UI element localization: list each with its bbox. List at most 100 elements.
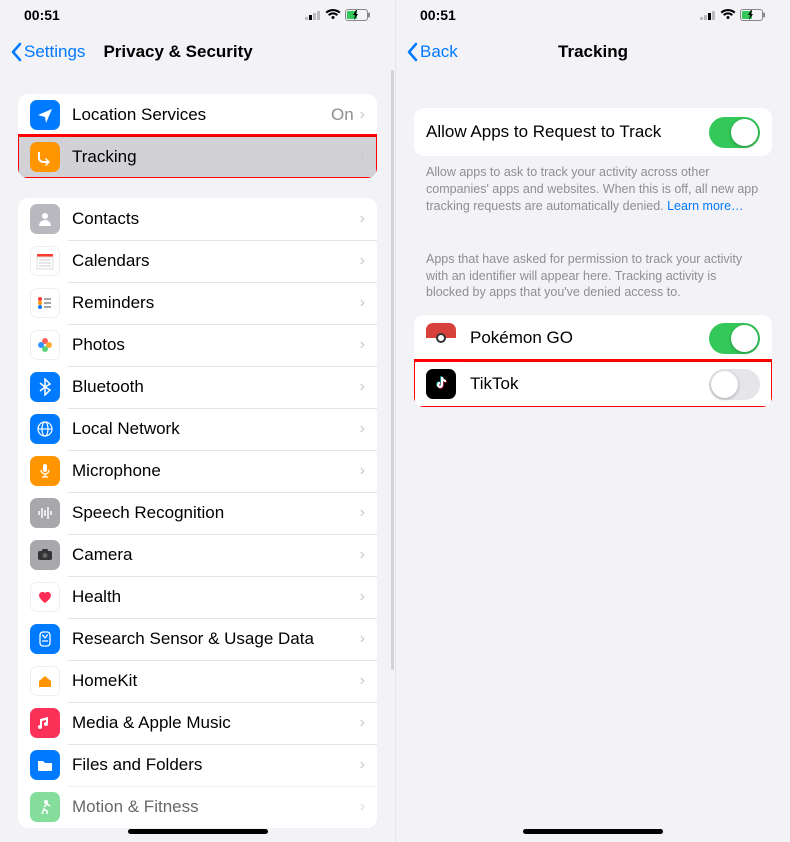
row-label: Camera: [72, 545, 360, 565]
battery-charging-icon: [345, 9, 371, 21]
chevron-right-icon: ›: [360, 546, 365, 564]
status-indicators: [700, 9, 766, 21]
row-label: Location Services: [72, 105, 331, 125]
row-tracking[interactable]: Tracking ›: [18, 136, 377, 178]
chevron-right-icon: ›: [360, 336, 365, 354]
chevron-right-icon: ›: [360, 672, 365, 690]
home-indicator[interactable]: [523, 829, 663, 834]
row-label: Local Network: [72, 419, 360, 439]
page-title: Tracking: [558, 42, 628, 62]
app-label: TikTok: [470, 374, 709, 394]
chevron-right-icon: ›: [360, 756, 365, 774]
row-label: Microphone: [72, 461, 360, 481]
row-label: Media & Apple Music: [72, 713, 360, 733]
pokemon-go-toggle[interactable]: [709, 323, 760, 354]
row-camera[interactable]: Camera ›: [18, 534, 377, 576]
row-contacts[interactable]: Contacts ›: [18, 198, 377, 240]
group-location-tracking: Location Services On › Tracking ›: [18, 94, 377, 178]
clock: 00:51: [24, 7, 60, 23]
network-icon: [30, 414, 60, 444]
row-research[interactable]: Research Sensor & Usage Data ›: [18, 618, 377, 660]
motion-icon: [30, 792, 60, 822]
row-local-network[interactable]: Local Network ›: [18, 408, 377, 450]
privacy-security-screen: 00:51 Settings Privacy & Security Locati…: [0, 0, 395, 842]
tiktok-toggle[interactable]: [709, 369, 760, 400]
back-button[interactable]: Settings: [10, 42, 85, 62]
row-microphone[interactable]: Microphone ›: [18, 450, 377, 492]
scrollbar[interactable]: [391, 70, 394, 670]
pokemon-go-icon: [426, 323, 456, 353]
row-bluetooth[interactable]: Bluetooth ›: [18, 366, 377, 408]
row-media[interactable]: Media & Apple Music ›: [18, 702, 377, 744]
page-title: Privacy & Security: [103, 42, 252, 62]
camera-icon: [30, 540, 60, 570]
row-calendars[interactable]: Calendars ›: [18, 240, 377, 282]
music-icon: [30, 708, 60, 738]
nav-bar: Back Tracking: [396, 30, 790, 74]
battery-charging-icon: [740, 9, 766, 21]
chevron-right-icon: ›: [360, 714, 365, 732]
apps-group: Pokémon GO TikTok: [414, 315, 772, 407]
bluetooth-icon: [30, 372, 60, 402]
status-indicators: [305, 9, 371, 21]
contacts-icon: [30, 204, 60, 234]
row-label: Tracking: [72, 147, 360, 167]
row-allow-tracking: Allow Apps to Request to Track: [414, 108, 772, 156]
chevron-right-icon: ›: [360, 294, 365, 312]
photos-icon: [30, 330, 60, 360]
chevron-right-icon: ›: [360, 798, 365, 816]
row-speech[interactable]: Speech Recognition ›: [18, 492, 377, 534]
microphone-icon: [30, 456, 60, 486]
wifi-icon: [325, 9, 341, 21]
learn-more-link[interactable]: Learn more…: [667, 199, 743, 213]
cellular-icon: [305, 10, 321, 20]
waveform-icon: [30, 498, 60, 528]
row-pokemon-go: Pokémon GO: [414, 315, 772, 361]
tracking-screen: 00:51 Back Tracking Allow Apps to Reques…: [395, 0, 790, 842]
app-label: Pokémon GO: [470, 328, 709, 348]
chevron-right-icon: ›: [360, 420, 365, 438]
row-label: Photos: [72, 335, 360, 355]
row-label: Files and Folders: [72, 755, 360, 775]
status-bar: 00:51: [396, 0, 790, 30]
calendar-icon: [30, 246, 60, 276]
back-label: Settings: [24, 42, 85, 62]
row-label: Calendars: [72, 251, 360, 271]
row-files[interactable]: Files and Folders ›: [18, 744, 377, 786]
row-label: Motion & Fitness: [72, 797, 360, 817]
row-label: Reminders: [72, 293, 360, 313]
row-label: HomeKit: [72, 671, 360, 691]
chevron-right-icon: ›: [360, 210, 365, 228]
wifi-icon: [720, 9, 736, 21]
row-location-services[interactable]: Location Services On ›: [18, 94, 377, 136]
row-homekit[interactable]: HomeKit ›: [18, 660, 377, 702]
health-icon: [30, 582, 60, 612]
chevron-right-icon: ›: [360, 252, 365, 270]
allow-tracking-description: Allow apps to ask to track your activity…: [406, 156, 780, 215]
back-label: Back: [420, 42, 458, 62]
row-label: Research Sensor & Usage Data: [72, 629, 360, 649]
cellular-icon: [700, 10, 716, 20]
home-indicator[interactable]: [128, 829, 268, 834]
row-motion[interactable]: Motion & Fitness ›: [18, 786, 377, 828]
group-privacy-items: Contacts › Calendars › Reminders › Photo…: [18, 198, 377, 828]
row-photos[interactable]: Photos ›: [18, 324, 377, 366]
tracking-icon: [30, 142, 60, 172]
allow-tracking-toggle[interactable]: [709, 117, 760, 148]
clock: 00:51: [420, 7, 456, 23]
allow-tracking-group: Allow Apps to Request to Track: [414, 108, 772, 156]
row-label: Speech Recognition: [72, 503, 360, 523]
row-health[interactable]: Health ›: [18, 576, 377, 618]
row-value: On: [331, 105, 354, 125]
chevron-right-icon: ›: [360, 588, 365, 606]
row-label: Health: [72, 587, 360, 607]
chevron-right-icon: ›: [360, 106, 365, 124]
tiktok-icon: [426, 369, 456, 399]
row-label: Allow Apps to Request to Track: [426, 122, 709, 142]
back-button[interactable]: Back: [406, 42, 458, 62]
chevron-right-icon: ›: [360, 504, 365, 522]
row-reminders[interactable]: Reminders ›: [18, 282, 377, 324]
chevron-right-icon: ›: [360, 462, 365, 480]
row-tiktok: TikTok: [414, 361, 772, 407]
location-icon: [30, 100, 60, 130]
